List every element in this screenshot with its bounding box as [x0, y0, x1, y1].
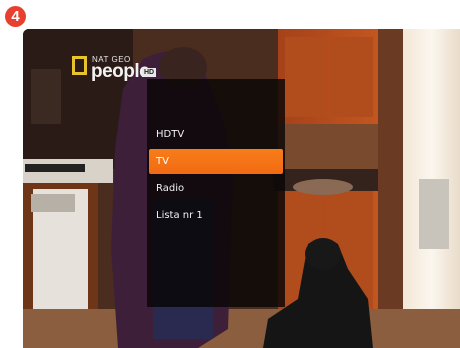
nat-geo-frame-icon [72, 56, 87, 75]
menu-item-label: Lista nr 1 [156, 210, 203, 221]
menu-item-label: TV [156, 156, 169, 167]
menu-item-lista-nr-1[interactable]: Lista nr 1 [149, 203, 283, 228]
tv-screen: NAT GEO people HD HDTV TV Radio Lista nr… [23, 29, 460, 348]
menu-item-hdtv[interactable]: HDTV [149, 122, 283, 147]
step-number-badge: 4 [5, 6, 26, 27]
menu-item-tv[interactable]: TV [149, 149, 283, 174]
channel-logo-main-text: people [91, 61, 150, 82]
channel-logo-hd-badge: HD [142, 68, 157, 77]
menu-item-label: HDTV [156, 129, 185, 140]
channel-logo: NAT GEO people HD [72, 55, 158, 86]
menu-item-radio[interactable]: Radio [149, 176, 283, 201]
menu-item-label: Radio [156, 183, 185, 194]
channel-list-menu: HDTV TV Radio Lista nr 1 [147, 79, 285, 307]
